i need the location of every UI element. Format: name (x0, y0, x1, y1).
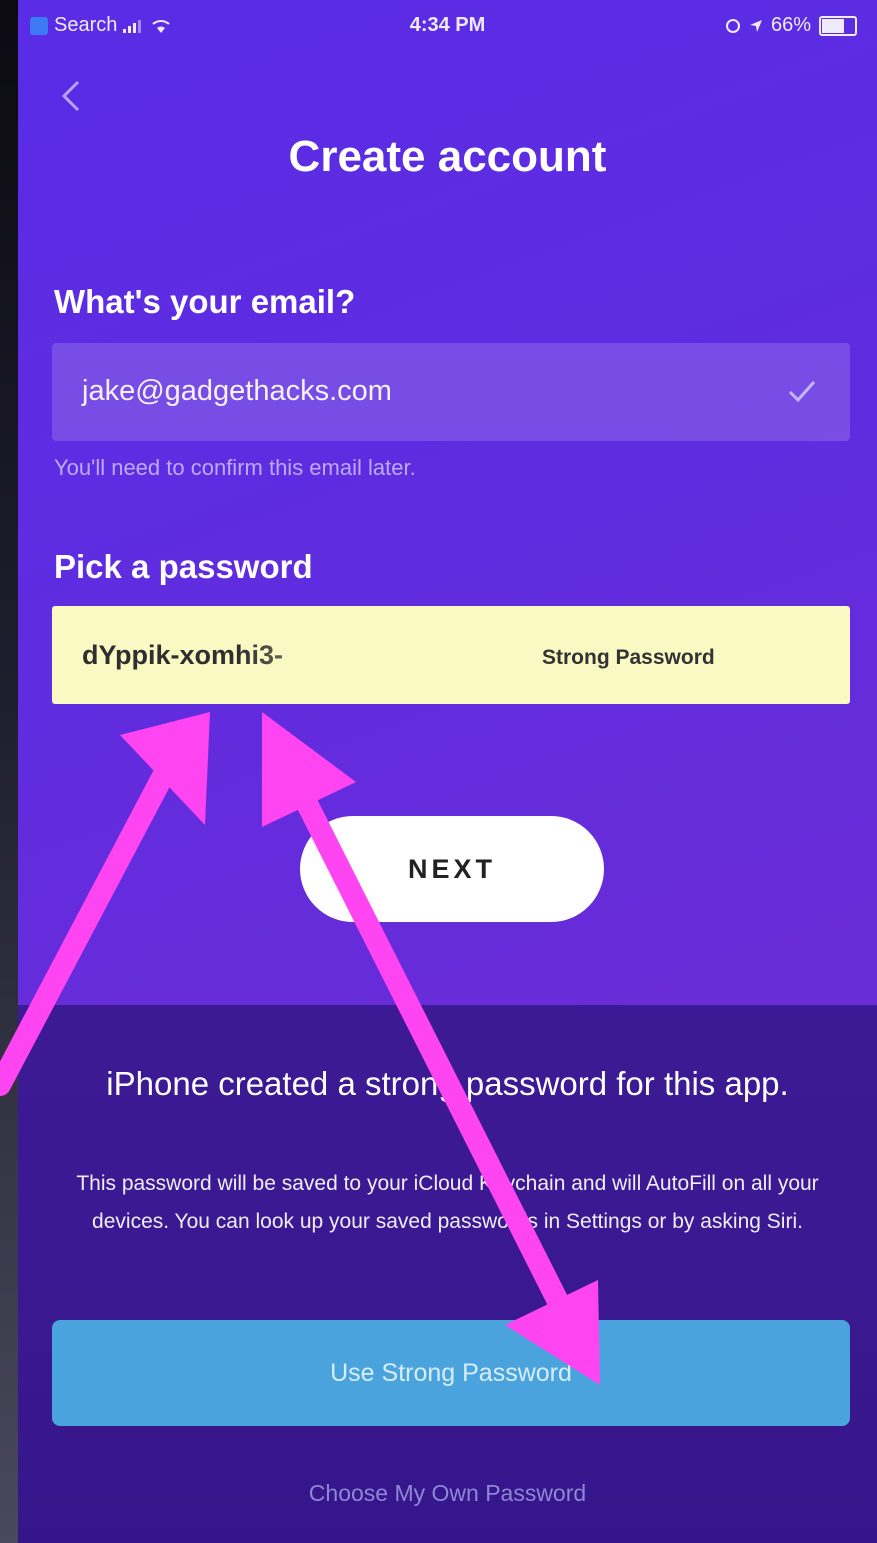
password-value[interactable]: dYppik-xomhi3- (82, 640, 402, 671)
password-strength-label: Strong Password (542, 646, 715, 669)
battery-fill (822, 18, 845, 33)
choose-own-password-link[interactable]: Choose My Own Password (18, 1480, 877, 1507)
email-hint: You'll need to confirm this email later. (54, 455, 416, 480)
status-bar: Search 4:34 PM 66% (18, 0, 877, 46)
battery-icon (819, 15, 857, 36)
status-right: 66% (725, 14, 857, 37)
location-icon (749, 19, 762, 32)
back-button[interactable] (56, 76, 90, 116)
checkmark-icon (788, 381, 816, 403)
password-label: Pick a password (54, 548, 313, 585)
password-field[interactable]: dYppik-xomhi3- Strong Password (52, 606, 850, 704)
email-field[interactable]: jake@gadgethacks.com (52, 343, 850, 441)
phone-screen: Search 4:34 PM 66% Create account What's… (18, 0, 877, 1543)
page-title: Create account (288, 132, 607, 181)
next-button[interactable]: NEXT (300, 816, 604, 922)
chevron-left-icon (61, 80, 80, 112)
strong-password-sheet: iPhone created a strong password for thi… (18, 1005, 877, 1543)
email-value[interactable]: jake@gadgethacks.com (82, 375, 392, 408)
use-strong-password-button[interactable]: Use Strong Password (52, 1320, 850, 1426)
sheet-body: This password will be saved to your iClo… (76, 1172, 819, 1233)
battery-percent: 66% (770, 14, 811, 36)
email-label: What's your email? (54, 283, 356, 320)
sheet-title: iPhone created a strong password for thi… (106, 1065, 789, 1102)
alarm-icon (725, 18, 740, 33)
